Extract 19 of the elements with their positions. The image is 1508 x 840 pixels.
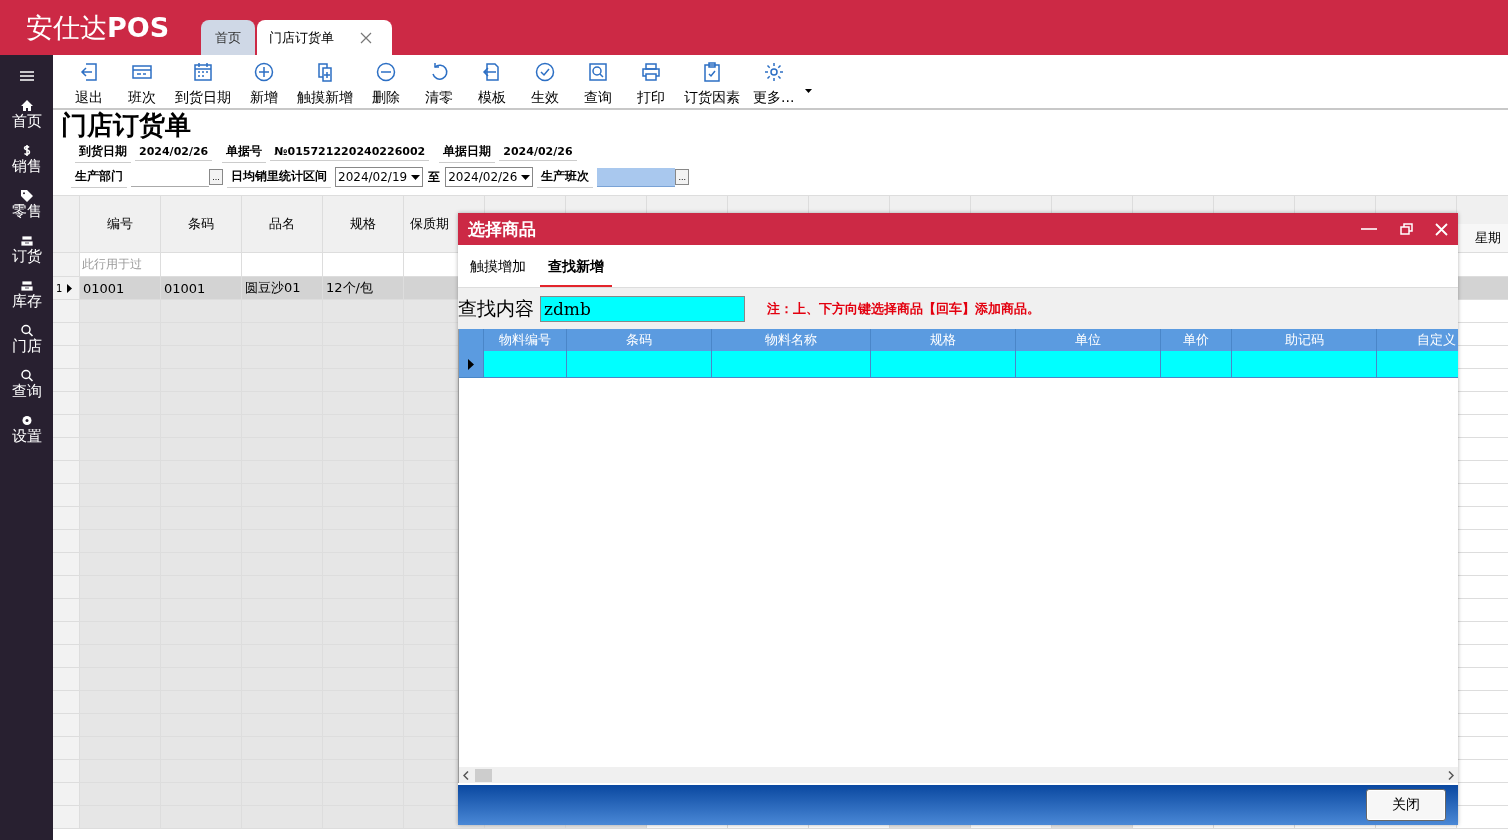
table-cell: 12个/包 bbox=[323, 277, 404, 300]
field-label: 生产部门 bbox=[71, 166, 127, 188]
table-cell: 01001 bbox=[80, 277, 161, 300]
row-number: 1 bbox=[56, 282, 63, 294]
field-label: 日均销里统计区间 bbox=[227, 166, 331, 188]
page-title: 门店订货单 bbox=[61, 110, 192, 140]
table-cell: 01001 bbox=[161, 277, 242, 300]
range-separator: 至 bbox=[427, 168, 442, 186]
field-label: 到货日期 bbox=[75, 141, 131, 163]
field-value: №015721220240226002 bbox=[270, 143, 430, 161]
field-label: 单据日期 bbox=[439, 141, 496, 163]
app-logo: 安仕达POS bbox=[26, 10, 171, 45]
field-value: 2024/02/26 bbox=[499, 143, 577, 161]
table-cell: 圆豆沙01 bbox=[242, 277, 323, 300]
field-label: 单据号 bbox=[222, 141, 267, 163]
search-label: 查找内容 bbox=[458, 295, 534, 321]
hint-text: 注：上、下方向键选择商品【回车】添加商品。 bbox=[767, 299, 1040, 318]
field-label: 生产班次 bbox=[537, 166, 594, 188]
field-value: 2024/02/26 bbox=[135, 143, 213, 161]
